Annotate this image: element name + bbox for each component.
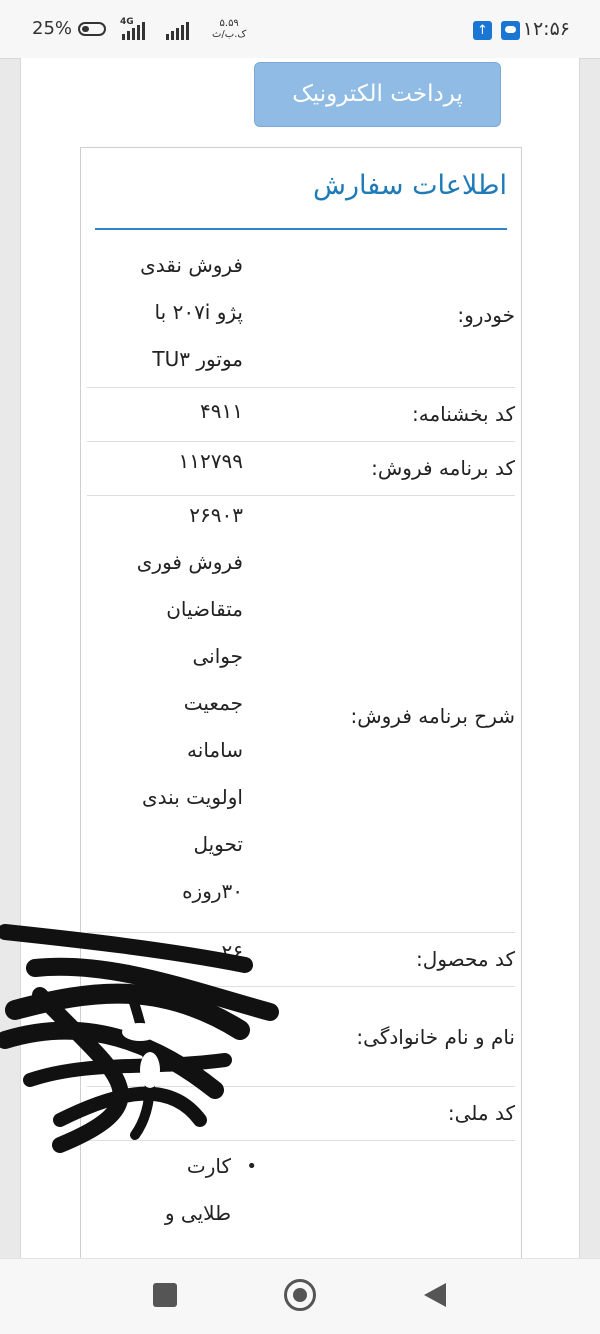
network-speed-value: ۵.۵۹ <box>219 18 239 29</box>
title-divider <box>95 228 507 230</box>
bullet-line: طلایی و <box>164 1201 231 1225</box>
info-row-sales-program-description: شرح برنامه فروش: ۲۶۹۰۳ فروش فوری متقاضیا… <box>87 495 515 933</box>
row-label: کد محصول: <box>416 947 515 971</box>
value-line: اولویت بندی <box>142 785 243 809</box>
system-navigation-bar <box>0 1258 600 1334</box>
info-row-car: خودرو: فروش نقدی پژو ۲۰۷i با موتور TU۳ <box>87 242 515 387</box>
status-bar: 25% 4G ۵.۵۹ ک.ب/ث ↑ ۱۲:۵۶ <box>0 0 600 59</box>
value-line: ۴۹۱۱ <box>200 399 243 423</box>
message-notification-icon <box>501 21 520 40</box>
row-value: ۲۶۹۰۳ فروش فوری متقاضیان جوانی جمعیت سام… <box>93 492 243 915</box>
value-line: موتور TU۳ <box>152 347 243 371</box>
info-row-sales-program-code: کد برنامه فروش: ۱۱۲۷۹۹ <box>87 441 515 496</box>
clock: ۱۲:۵۶ <box>522 18 570 40</box>
value-line: فروش فوری <box>136 550 243 574</box>
value-line: تحویل <box>193 832 243 856</box>
network-speed-unit: ک.ب/ث <box>212 29 247 40</box>
value-line: ۱۱۲۷۹۹ <box>178 449 243 473</box>
row-value: فروش نقدی پژو ۲۰۷i با موتور TU۳ <box>93 242 243 383</box>
upload-arrow-icon: ↑ <box>473 21 492 40</box>
row-label: کد بخشنامه: <box>412 402 515 426</box>
value-line: ۲۶۹۰۳ <box>189 503 243 527</box>
row-label: کد برنامه فروش: <box>371 456 515 480</box>
value-line: ۳۰روزه <box>182 879 243 903</box>
row-label: خودرو: <box>457 303 515 327</box>
order-info-title: اطلاعات سفارش <box>313 170 507 201</box>
signal-strength-icon <box>122 22 145 40</box>
redaction-scribble <box>0 924 279 1153</box>
value-line: جمعیت <box>183 691 243 715</box>
row-label: شرح برنامه فروش: <box>350 704 515 728</box>
signal-strength-icon-2 <box>166 22 189 40</box>
battery-icon <box>78 22 106 36</box>
value-line: پژو ۲۰۷i با <box>154 300 243 324</box>
battery-percent: 25% <box>32 18 73 39</box>
network-speed: ۵.۵۹ ک.ب/ث <box>212 18 246 40</box>
row-value: ۴۹۱۱ <box>93 388 243 435</box>
back-icon[interactable] <box>424 1283 446 1307</box>
row-label: کد ملی: <box>447 1101 515 1125</box>
electronic-payment-button[interactable]: پرداخت الکترونیک <box>254 62 501 127</box>
home-icon[interactable] <box>284 1279 316 1311</box>
value-line: متقاضیان <box>166 597 243 621</box>
value-line: فروش نقدی <box>140 253 243 277</box>
value-line: جوانی <box>192 644 244 668</box>
value-line: سامانه <box>187 738 243 762</box>
row-label: نام و نام خانوادگی: <box>356 1025 515 1049</box>
info-row-circular-code: کد بخشنامه: ۴۹۱۱ <box>87 387 515 442</box>
row-value: ۱۱۲۷۹۹ <box>93 438 243 485</box>
recent-apps-icon[interactable] <box>153 1283 177 1307</box>
